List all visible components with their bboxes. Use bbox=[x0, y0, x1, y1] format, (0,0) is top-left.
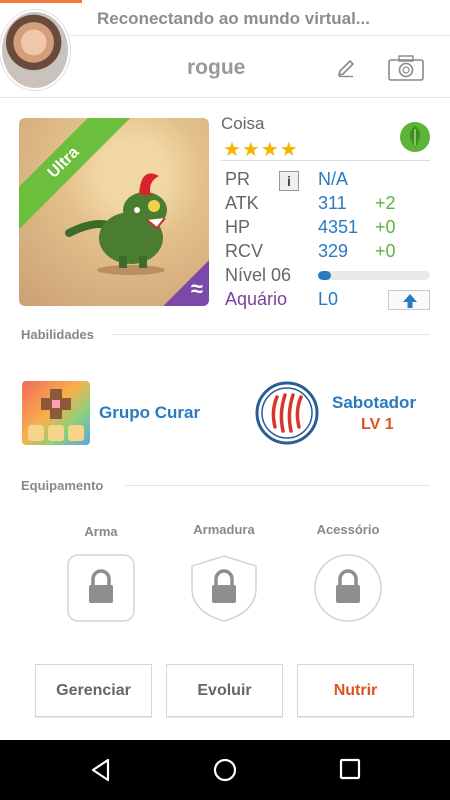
element-badge: ≈ bbox=[163, 260, 209, 306]
info-icon[interactable]: i bbox=[279, 171, 299, 191]
header-divider bbox=[0, 97, 450, 98]
feed-button[interactable]: Nutrir bbox=[297, 664, 414, 717]
stat-label-atk: ATK bbox=[225, 193, 259, 213]
equipment-section-title: Equipamento bbox=[21, 478, 104, 493]
habitat-level: L0 bbox=[318, 289, 339, 309]
skill-name-sabotador[interactable]: Sabotador bbox=[332, 393, 416, 413]
level-label: Nível 06 bbox=[225, 265, 292, 285]
skill-name-group-heal[interactable]: Grupo Curar bbox=[99, 403, 200, 423]
stat-label-rcv: RCV bbox=[225, 241, 264, 261]
armor-slot[interactable] bbox=[190, 554, 258, 622]
accessory-slot[interactable] bbox=[314, 554, 382, 622]
avatar[interactable] bbox=[0, 10, 70, 90]
stat-bonus-atk: +2 bbox=[375, 193, 396, 213]
creature-name: Coisa bbox=[221, 114, 265, 133]
level-progress-bar bbox=[318, 271, 430, 280]
equipment-divider bbox=[125, 485, 430, 486]
stat-label-pr: PR bbox=[225, 169, 251, 189]
water-element-icon: ≈ bbox=[190, 276, 203, 301]
skills-section-title: Habilidades bbox=[21, 327, 94, 342]
equip-label-accessory: Acessório bbox=[316, 522, 380, 537]
stat-bonus-hp: +0 bbox=[375, 217, 396, 237]
upgrade-button[interactable] bbox=[388, 290, 430, 310]
claw-icon[interactable] bbox=[255, 381, 319, 445]
connection-status-text: Reconectando ao mundo virtual... bbox=[97, 9, 370, 28]
status-bar: Reconectando ao mundo virtual... bbox=[0, 0, 450, 36]
heal-cross-icon bbox=[28, 389, 84, 441]
stat-value-atk: 311 bbox=[318, 193, 347, 213]
pencil-icon[interactable] bbox=[336, 58, 356, 78]
name-divider bbox=[221, 160, 430, 161]
group-heal-skill-icon[interactable] bbox=[22, 381, 90, 445]
status-accent bbox=[0, 0, 82, 3]
evolve-button[interactable]: Evoluir bbox=[166, 664, 283, 717]
equip-label-armor: Armadura bbox=[193, 522, 255, 537]
equip-label-weapon: Arma bbox=[84, 524, 118, 539]
level-progress-fill bbox=[318, 271, 332, 280]
camera-icon[interactable] bbox=[388, 55, 424, 81]
stat-bonus-rcv: +0 bbox=[375, 241, 396, 261]
arrow-up-icon bbox=[403, 294, 417, 308]
recent-apps-icon[interactable] bbox=[338, 757, 362, 781]
rarity-stars: ★★★★ bbox=[223, 139, 299, 161]
weapon-slot[interactable] bbox=[67, 554, 135, 622]
stat-value-hp: 4351 bbox=[318, 217, 359, 237]
leaf-icon bbox=[400, 122, 430, 152]
skills-divider bbox=[113, 334, 430, 335]
username: rogue bbox=[187, 56, 246, 79]
home-icon[interactable] bbox=[212, 757, 238, 783]
skill-level-sabotador: LV 1 bbox=[361, 416, 394, 433]
stat-value-pr: N/A bbox=[318, 169, 349, 189]
stat-value-rcv: 329 bbox=[318, 241, 349, 261]
stat-label-hp: HP bbox=[225, 217, 251, 237]
creature-portrait[interactable]: Ultra ≈ bbox=[19, 118, 209, 306]
habitat-label: Aquário bbox=[225, 289, 288, 309]
back-icon[interactable] bbox=[88, 757, 114, 783]
system-nav-bar bbox=[0, 740, 450, 800]
manage-button[interactable]: Gerenciar bbox=[35, 664, 152, 717]
